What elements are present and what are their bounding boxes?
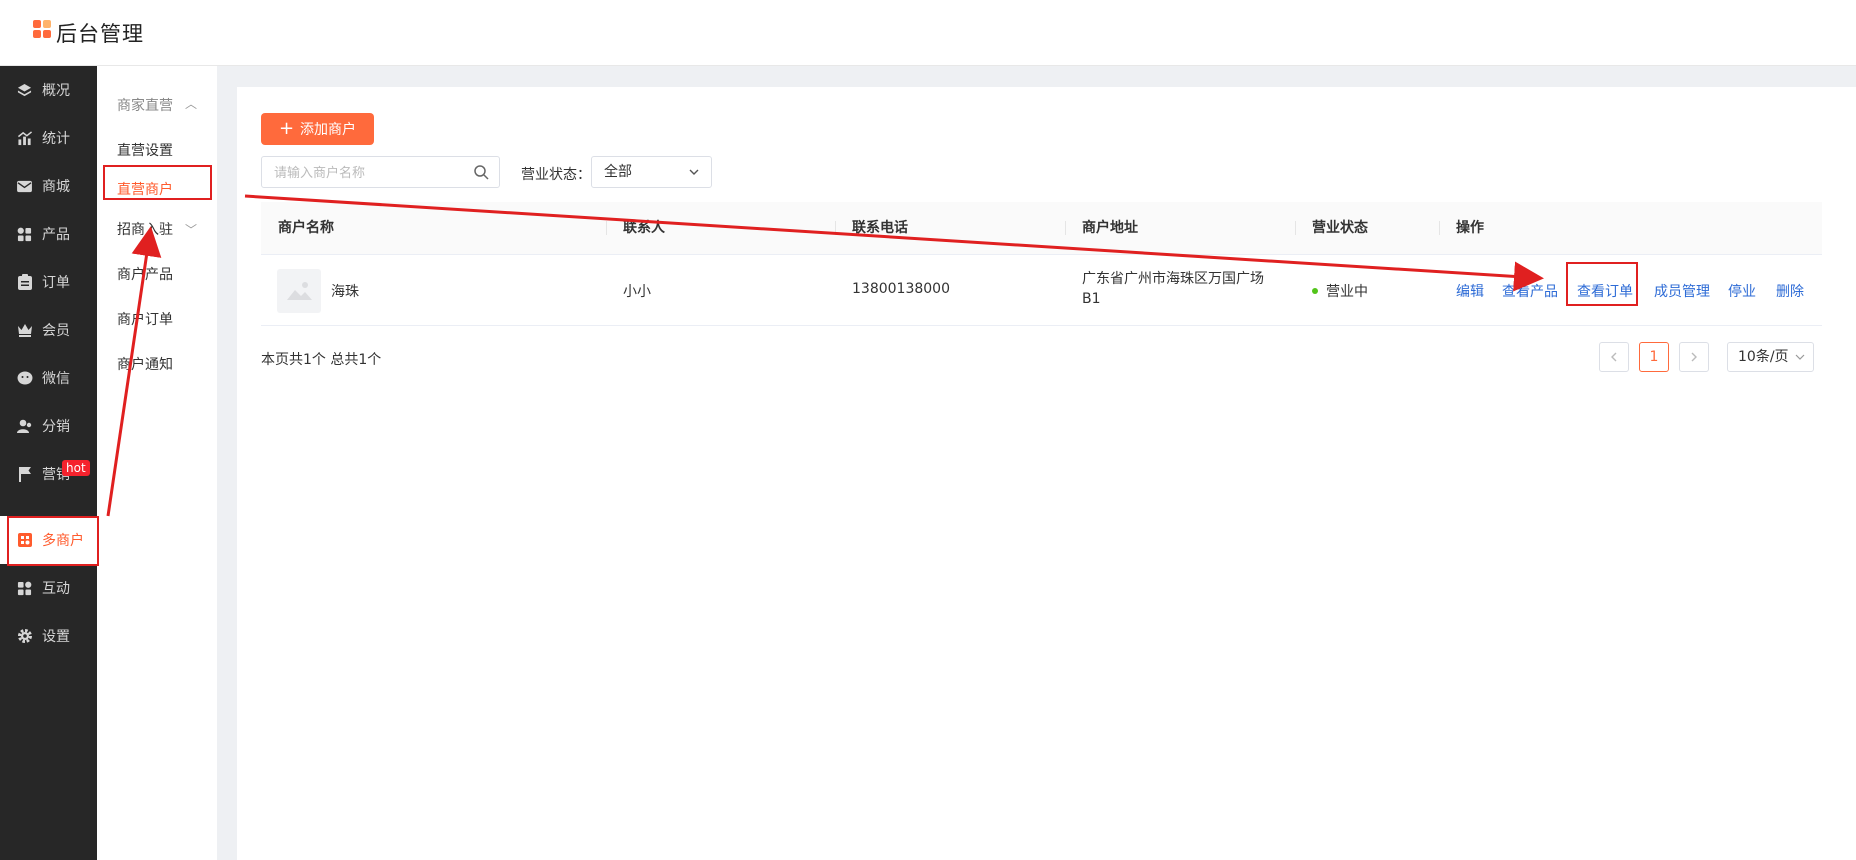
flag-icon xyxy=(16,466,33,483)
column-divider xyxy=(1065,221,1066,235)
column-header: 商户地址 xyxy=(1082,220,1138,236)
sidebar-item-label: 产品 xyxy=(42,227,70,243)
chevron-down-icon[interactable]: ﹀ xyxy=(185,221,197,238)
sidebar-item-interaction[interactable]: 互动 xyxy=(0,564,97,612)
subnav-group-recruit[interactable]: 招商入驻 xyxy=(117,219,173,239)
merchant-image-placeholder xyxy=(277,269,321,313)
column-header: 营业状态 xyxy=(1312,220,1368,236)
status-filter-label: 营业状态： xyxy=(521,167,591,183)
merchant-name: 海珠 xyxy=(331,284,359,300)
page-summary: 本页共1个 总共1个 xyxy=(261,352,382,368)
page-number-button[interactable]: 1 xyxy=(1639,342,1669,372)
delete-link[interactable]: 删除 xyxy=(1776,281,1804,301)
gear-icon xyxy=(16,628,33,645)
plus-icon: + xyxy=(278,118,295,139)
sidebar-item-label: 互动 xyxy=(42,581,70,597)
add-merchant-label: 添加商户 xyxy=(300,122,357,138)
subnav-item-merchant-products[interactable]: 商户产品 xyxy=(117,264,173,284)
view-products-link[interactable]: 查看产品 xyxy=(1502,281,1558,301)
suspend-link[interactable]: 停业 xyxy=(1728,281,1756,301)
sidebar-item-label: 多商户 xyxy=(42,533,84,549)
grid-icon xyxy=(16,580,33,597)
subnav-group-direct[interactable]: 商家直营 xyxy=(117,95,173,115)
sidebar-item-stats[interactable]: 统计 xyxy=(0,114,97,162)
sidebar-item-label: 分销 xyxy=(42,419,70,435)
clipboard-icon xyxy=(16,274,33,291)
view-orders-link[interactable]: 查看订单 xyxy=(1577,281,1633,301)
next-page-button[interactable] xyxy=(1679,342,1709,372)
users-icon xyxy=(16,418,33,435)
chevron-up-icon[interactable]: ︿ xyxy=(185,95,197,112)
merchant-contact: 小小 xyxy=(623,284,651,300)
sidebar-item-members[interactable]: 会员 xyxy=(0,306,97,354)
search-box xyxy=(261,156,500,188)
sidebar-item-label: 设置 xyxy=(42,629,70,645)
sidebar-item-label: 订单 xyxy=(42,275,70,291)
table-row: 海珠 小小 13800138000 广东省广州市海珠区万国广场B1 营业中 编辑… xyxy=(261,255,1822,326)
sidebar-item-products[interactable]: 产品 xyxy=(0,210,97,258)
image-icon xyxy=(287,282,312,300)
layers-icon xyxy=(16,82,33,99)
status-filter-value: 全部 xyxy=(604,164,632,180)
logo-icon xyxy=(33,20,51,38)
sidebar-item-settings[interactable]: 设置 xyxy=(0,612,97,660)
sidebar-item-label: 会员 xyxy=(42,323,70,339)
sidebar-item-orders[interactable]: 订单 xyxy=(0,258,97,306)
status-dot-icon xyxy=(1312,288,1318,294)
sidebar-item-label: 商城 xyxy=(42,179,70,195)
subnav-item-merchant-orders[interactable]: 商户订单 xyxy=(117,309,173,329)
app-title: 后台管理 xyxy=(56,22,144,46)
column-divider xyxy=(1439,221,1440,235)
sidebar-item-label: 概况 xyxy=(42,83,70,99)
page-size-value: 10条/页 xyxy=(1738,349,1789,365)
sidebar-item-multi-merchant[interactable]: 多商户 xyxy=(0,516,97,564)
add-merchant-button[interactable]: + 添加商户 xyxy=(261,113,374,145)
search-icon[interactable] xyxy=(473,164,489,180)
page-size-select[interactable]: 10条/页 xyxy=(1727,342,1814,372)
chart-icon xyxy=(16,130,33,147)
sidebar-item-label: 微信 xyxy=(42,371,70,387)
grid-icon xyxy=(16,226,33,243)
column-header: 商户名称 xyxy=(278,220,334,236)
prev-page-button[interactable] xyxy=(1599,342,1629,372)
sidebar-item-label: 统计 xyxy=(42,131,70,147)
status-filter-select[interactable]: 全部 xyxy=(591,156,712,188)
sidebar-item-mall[interactable]: 商城 xyxy=(0,162,97,210)
main-content: + 添加商户 营业状态： 全部 商户名称 联系人 联系电话 商户地址 营业状态 … xyxy=(237,87,1856,860)
merchant-status: 营业中 xyxy=(1312,281,1368,301)
merchant-phone: 13800138000 xyxy=(852,281,950,297)
chevron-down-icon xyxy=(1795,354,1805,360)
mail-icon xyxy=(16,178,33,195)
merchant-address: 广东省广州市海珠区万国广场B1 xyxy=(1082,271,1264,307)
column-header: 操作 xyxy=(1456,220,1484,236)
subnav-item-direct-merchants[interactable]: 直营商户 xyxy=(117,179,173,199)
search-input[interactable] xyxy=(272,158,471,188)
merchant-status-text: 营业中 xyxy=(1326,284,1368,300)
sub-sidebar: 商家直营 ︿ 直营设置 直营商户 招商入驻 ﹀ 商户产品 商户订单 商户通知 xyxy=(97,66,217,860)
column-divider xyxy=(606,221,607,235)
subnav-item-merchant-notices[interactable]: 商户通知 xyxy=(117,354,173,374)
wechat-icon xyxy=(16,370,33,387)
chevron-left-icon xyxy=(1611,352,1617,362)
column-divider xyxy=(835,221,836,235)
sidebar-item-distribution[interactable]: 分销 xyxy=(0,402,97,450)
column-divider xyxy=(1295,221,1296,235)
crown-icon xyxy=(16,322,33,339)
store-icon xyxy=(16,532,33,549)
chevron-down-icon xyxy=(689,169,699,175)
hot-badge: hot xyxy=(62,460,90,476)
subnav-item-direct-settings[interactable]: 直营设置 xyxy=(117,140,173,160)
edit-link[interactable]: 编辑 xyxy=(1456,281,1484,301)
top-bar: 后台管理 xyxy=(0,0,1856,66)
table-header: 商户名称 联系人 联系电话 商户地址 营业状态 操作 xyxy=(261,202,1822,255)
column-header: 联系人 xyxy=(623,220,665,236)
sidebar-item-overview[interactable]: 概况 xyxy=(0,66,97,114)
column-header: 联系电话 xyxy=(852,220,908,236)
sidebar-item-wechat[interactable]: 微信 xyxy=(0,354,97,402)
chevron-right-icon xyxy=(1691,352,1697,362)
member-management-link[interactable]: 成员管理 xyxy=(1654,281,1710,301)
